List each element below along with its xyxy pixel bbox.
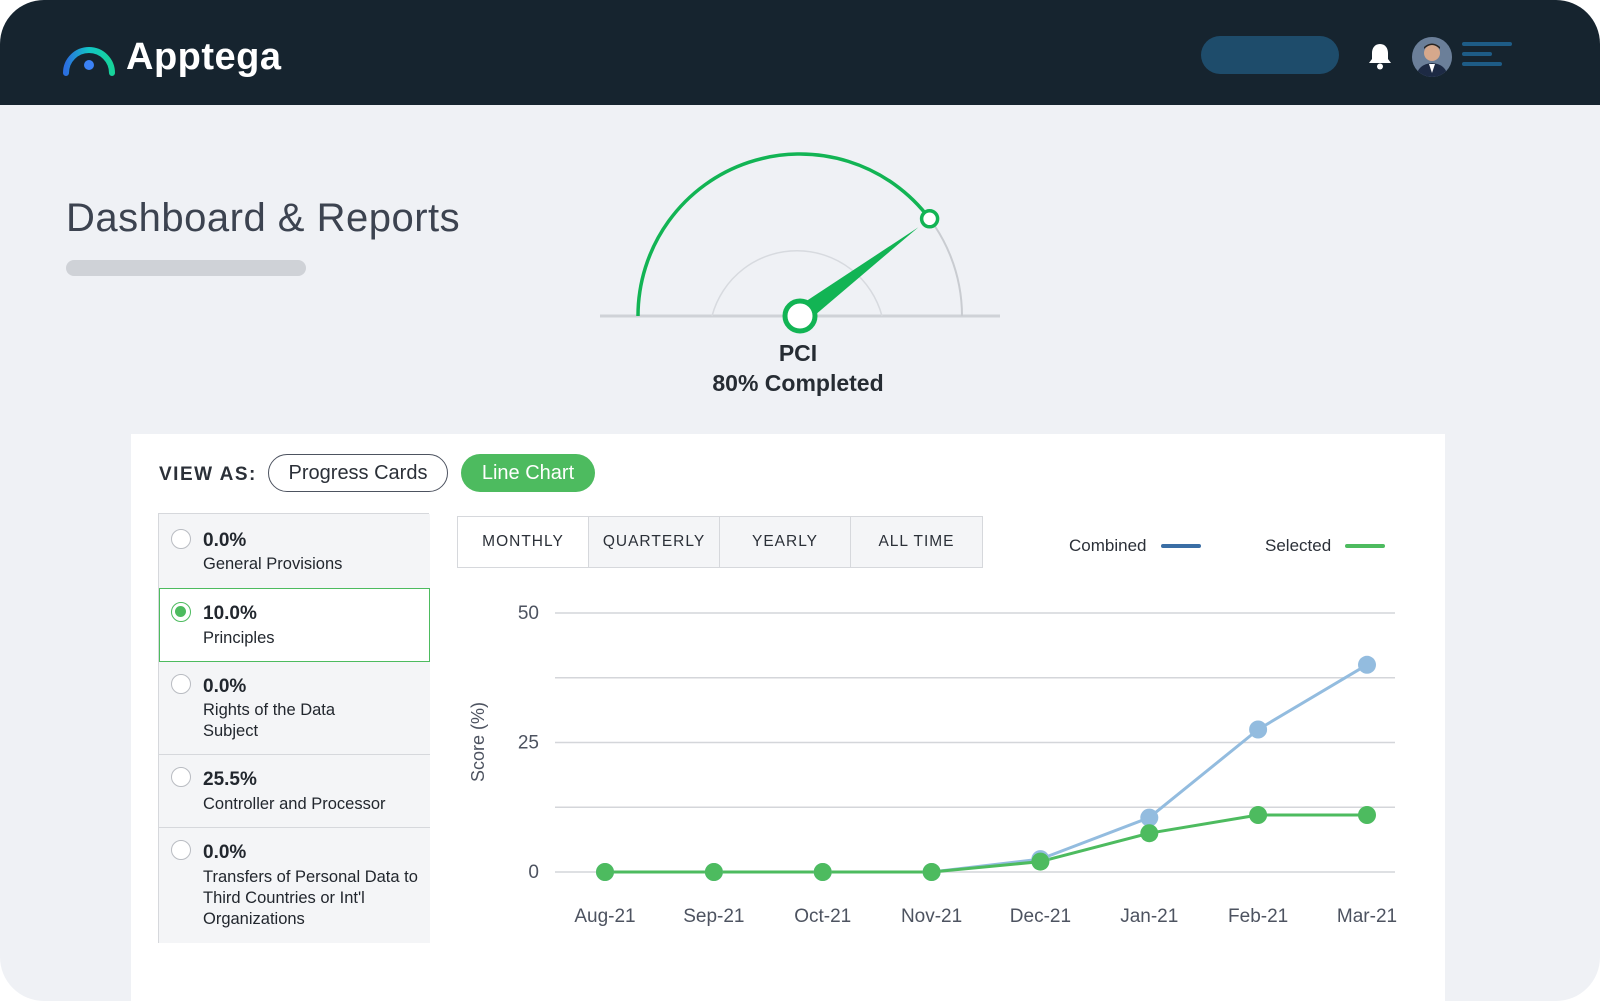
data-point-selected [922,863,941,881]
tab-all-time[interactable]: ALL TIME [851,517,982,567]
x-tick-label: Jan-21 [1120,906,1178,927]
data-point-selected [596,863,614,881]
brand-name: Apptega [126,35,282,78]
user-photo-icon [1412,37,1452,77]
category-name: General Provisions [203,555,343,573]
user-avatar[interactable] [1412,37,1452,77]
x-tick-label: Aug-21 [574,906,635,927]
gauge-track [637,153,963,317]
category-name: Principles [203,629,275,647]
y-tick-label: 25 [518,733,539,754]
legend-swatch [1160,544,1201,548]
title-placeholder-bar [66,260,306,276]
x-tick-label: Dec-21 [1010,906,1071,927]
radio-button[interactable] [171,767,191,787]
data-point-selected [1140,824,1159,843]
menu-lines-icon[interactable] [1458,40,1514,72]
category-percent: 0.0% [203,842,247,863]
legend-selected: Selected [1265,536,1386,556]
app-window: Apptega Dashboard & Reports PCI 80% Comp… [0,0,1600,1001]
x-tick-label: Sep-21 [683,906,744,927]
data-point-selected [813,863,832,881]
brand-logo[interactable]: Apptega [60,35,282,79]
category-percent: 0.0% [203,676,247,697]
series-line-selected [605,813,1367,874]
score-line-chart: 0 25 50 Score (%) Aug-21 Sep-21 Oct-21 Nov-21 De… [468,603,1397,927]
gauge-label: PCI 80% Completed [598,338,998,398]
category-percent: 0.0% [203,530,247,551]
radio-button-selected[interactable] [171,602,191,622]
category-item-principles[interactable]: 10.0% Principles [159,588,430,662]
tab-quarterly[interactable]: QUARTERLY [589,517,720,567]
line-chart-button[interactable]: Line Chart [461,454,595,492]
legend-label: Selected [1265,536,1332,555]
y-tick-label: 50 [518,603,539,624]
category-item-controller-and-processor[interactable]: 25.5% Controller and Processor [159,755,430,828]
data-point-selected [1358,806,1376,824]
gauge-progress-arc [636,152,931,317]
bell-icon[interactable] [1366,41,1394,71]
data-point-selected [704,863,723,881]
tab-monthly[interactable]: MONTHLY [458,517,589,567]
radio-button[interactable] [171,674,191,694]
x-tick-label: Nov-21 [901,906,962,927]
radio-button[interactable] [171,529,191,549]
category-item-transfers-of-personal-data[interactable]: 0.0% Transfers of Personal Data to Third… [159,828,430,943]
top-navigation-bar: Apptega [0,0,1600,105]
pci-progress-gauge [600,152,1000,334]
apptega-logo-icon [63,47,115,76]
series-line-combined [605,663,1368,874]
gauge-hub [782,298,818,334]
header-action-button[interactable] [1201,36,1339,74]
view-as-label: VIEW AS: [159,464,257,485]
legend-swatch [1345,544,1386,548]
legend-combined: Combined [1069,536,1201,556]
data-point-combined [1140,808,1159,827]
gauge-status-text: 80% Completed [712,370,884,396]
category-name: Rights of the Data Subject [203,701,336,740]
x-tick-label: Feb-21 [1228,906,1288,927]
legend-label: Combined [1069,536,1147,555]
data-point-selected [1249,806,1268,824]
page-title: Dashboard & Reports [66,196,461,240]
y-tick-label: 0 [528,862,539,883]
gauge-end-marker [919,209,940,229]
category-item-rights-of-data-subject[interactable]: 0.0% Rights of the Data Subject [159,662,430,755]
data-point-combined [1249,720,1268,739]
y-axis-label: Score (%) [468,702,488,782]
period-tabs: MONTHLY QUARTERLY YEARLY ALL TIME [457,516,983,568]
category-percent: 10.0% [203,603,257,624]
gauge-framework-name: PCI [778,340,818,366]
category-name: Controller and Processor [203,795,386,813]
category-list: 0.0% General Provisions 10.0% Principles… [158,513,430,943]
data-point-selected [1031,852,1050,871]
category-item-general-provisions[interactable]: 0.0% General Provisions [159,514,430,589]
category-name: Transfers of Personal Data to Third Coun… [203,868,418,928]
data-point-combined [1358,655,1376,674]
progress-cards-button[interactable]: Progress Cards [268,454,448,492]
x-tick-label: Mar-21 [1337,906,1397,927]
category-percent: 25.5% [203,769,257,790]
tab-yearly[interactable]: YEARLY [720,517,851,567]
x-tick-label: Oct-21 [794,906,851,927]
radio-button[interactable] [171,840,191,860]
